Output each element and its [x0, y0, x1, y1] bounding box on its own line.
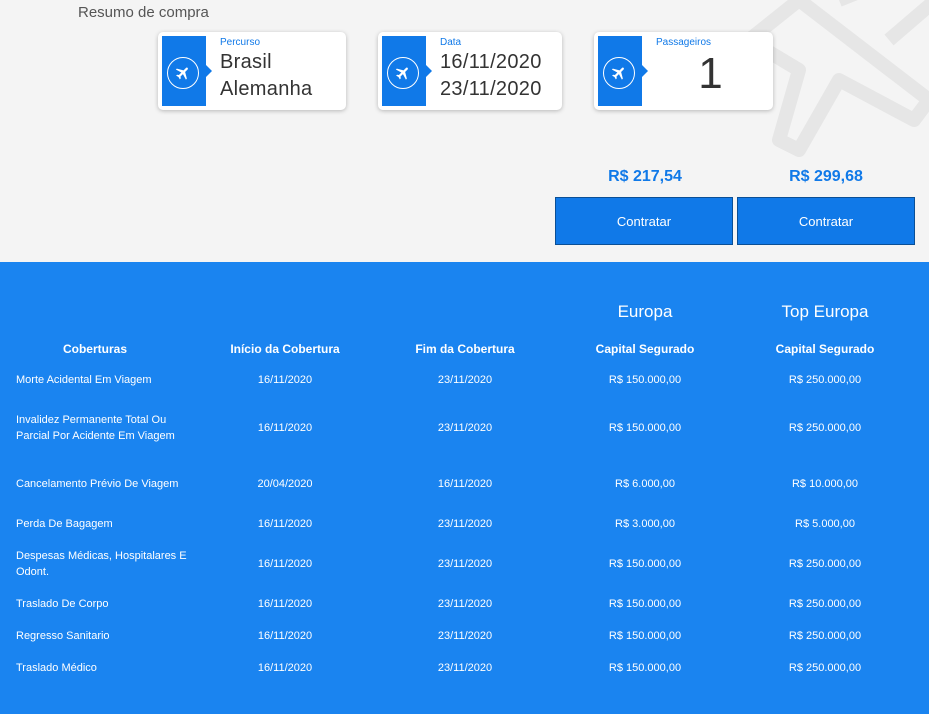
coverage-name: Invalidez Permanente Total Ou Parcial Po…: [16, 414, 175, 442]
table-row: Cancelamento Prévio De Viagem 20/04/2020…: [0, 467, 929, 501]
passengers-count: 1: [698, 49, 723, 98]
coverage-capital-europa: R$ 150.000,00: [608, 630, 682, 642]
coverage-capital-europa: R$ 150.000,00: [608, 598, 682, 610]
date-card-side: [382, 36, 432, 106]
coverage-table: Europa Top Europa Coberturas Início da C…: [0, 262, 929, 714]
plane-icon: [603, 57, 635, 89]
coverage-capital-europa: R$ 6.000,00: [615, 478, 675, 490]
coverage-end: 23/11/2020: [437, 422, 493, 434]
coverage-start: 16/11/2020: [257, 518, 313, 530]
plane-icon: [387, 57, 419, 89]
coverage-capital-europa: R$ 150.000,00: [608, 558, 682, 570]
contract-europa-button[interactable]: Contratar: [555, 197, 733, 245]
coverage-capital-europa: R$ 150.000,00: [608, 374, 682, 386]
coverage-end: 16/11/2020: [437, 478, 493, 490]
passengers-card: Passageiros 1: [594, 32, 773, 110]
coverage-end: 23/11/2020: [437, 374, 493, 386]
coverage-end: 23/11/2020: [437, 518, 493, 530]
coverage-start: 16/11/2020: [257, 422, 313, 434]
summary-title: Resumo de compra: [78, 4, 209, 21]
coverage-start: 16/11/2020: [257, 598, 313, 610]
coverage-capital-top-europa: R$ 250.000,00: [788, 374, 862, 386]
coverage-name: Regresso Sanitario: [16, 630, 110, 642]
header-end: Fim da Cobertura: [415, 342, 515, 356]
coverage-capital-top-europa: R$ 5.000,00: [795, 518, 855, 530]
route-destination: Alemanha: [220, 78, 313, 100]
passengers-card-side: [598, 36, 648, 106]
coverage-name: Perda De Bagagem: [16, 518, 113, 530]
table-row: Regresso Sanitario 16/11/2020 23/11/2020…: [0, 625, 929, 647]
coverage-capital-top-europa: R$ 10.000,00: [791, 478, 859, 490]
table-row: Morte Acidental Em Viagem 16/11/2020 23/…: [0, 369, 929, 391]
plan-top-europa-price: R$ 299,68: [789, 168, 863, 185]
contract-top-europa-button[interactable]: Contratar: [737, 197, 915, 245]
table-row: Traslado Médico 16/11/2020 23/11/2020 R$…: [0, 657, 929, 679]
coverage-end: 23/11/2020: [437, 598, 493, 610]
coverage-capital-top-europa: R$ 250.000,00: [788, 558, 862, 570]
plane-icon: [167, 57, 199, 89]
table-row: Perda De Bagagem 16/11/2020 23/11/2020 R…: [0, 513, 929, 535]
coverage-name: Cancelamento Prévio De Viagem: [16, 478, 179, 490]
coverage-start: 16/11/2020: [257, 558, 313, 570]
plan-top-europa-title: Top Europa: [781, 302, 869, 321]
header-capital-top-europa: Capital Segurado: [775, 342, 875, 356]
date-start: 16/11/2020: [440, 51, 542, 73]
route-card-side: [162, 36, 212, 106]
coverage-capital-europa: R$ 3.000,00: [615, 518, 675, 530]
coverage-start: 16/11/2020: [257, 630, 313, 642]
coverage-end: 23/11/2020: [437, 662, 493, 674]
coverage-start: 16/11/2020: [257, 662, 313, 674]
coverage-start: 20/04/2020: [257, 478, 313, 490]
date-label: Data: [440, 37, 462, 48]
coverage-end: 23/11/2020: [437, 558, 493, 570]
route-card: Percurso Brasil Alemanha: [158, 32, 346, 110]
coverage-capital-europa: R$ 150.000,00: [608, 422, 682, 434]
summary-section: Resumo de compra Percurso Brasil Alemanh…: [0, 0, 929, 262]
coverage-capital-top-europa: R$ 250.000,00: [788, 662, 862, 674]
table-row: Traslado De Corpo 16/11/2020 23/11/2020 …: [0, 593, 929, 615]
header-start: Início da Cobertura: [230, 342, 340, 356]
coverage-end: 23/11/2020: [437, 630, 493, 642]
header-coverages: Coberturas: [62, 342, 127, 356]
date-card: Data 16/11/2020 23/11/2020: [378, 32, 562, 110]
plan-europa-price: R$ 217,54: [608, 168, 682, 185]
table-row: Despesas Médicas, Hospitalares E Odont. …: [0, 547, 929, 581]
route-origin: Brasil: [220, 51, 272, 73]
coverage-capital-top-europa: R$ 250.000,00: [788, 422, 862, 434]
coverage-name: Despesas Médicas, Hospitalares E Odont.: [16, 550, 187, 578]
coverage-capital-europa: R$ 150.000,00: [608, 662, 682, 674]
date-end: 23/11/2020: [440, 78, 542, 100]
passengers-label: Passageiros: [656, 37, 712, 48]
coverage-capital-top-europa: R$ 250.000,00: [788, 630, 862, 642]
coverage-name: Morte Acidental Em Viagem: [16, 374, 152, 386]
route-label: Percurso: [220, 37, 261, 48]
plan-europa-title: Europa: [617, 302, 673, 321]
table-row: Invalidez Permanente Total Ou Parcial Po…: [0, 403, 929, 453]
coverage-name: Traslado Médico: [16, 662, 97, 674]
coverage-name: Traslado De Corpo: [16, 598, 109, 610]
coverage-start: 16/11/2020: [257, 374, 313, 386]
header-capital-europa: Capital Segurado: [595, 342, 695, 356]
coverage-capital-top-europa: R$ 250.000,00: [788, 598, 862, 610]
